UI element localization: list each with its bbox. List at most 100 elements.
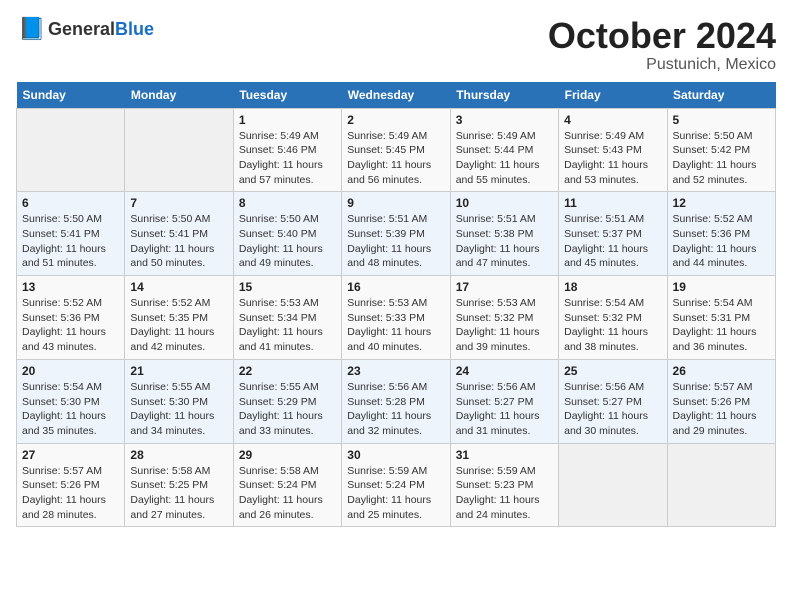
- day-number: 19: [673, 280, 770, 294]
- weekday-header-sunday: Sunday: [17, 82, 125, 109]
- day-number: 1: [239, 113, 336, 127]
- day-number: 8: [239, 196, 336, 210]
- day-info: Sunrise: 5:49 AMSunset: 5:45 PMDaylight:…: [347, 129, 444, 188]
- calendar-cell: 31Sunrise: 5:59 AMSunset: 5:23 PMDayligh…: [450, 443, 558, 527]
- day-info: Sunrise: 5:54 AMSunset: 5:30 PMDaylight:…: [22, 380, 119, 439]
- calendar-cell: 28 Sunrise: 5:58 AMSunset: 5:25 PMDayligh…: [125, 443, 233, 527]
- day-number: 10: [456, 196, 553, 210]
- calendar-cell: 26 Sunrise: 5:57 AMSunset: 5:26 PMDayligh…: [667, 359, 775, 443]
- calendar-cell: 17 Sunrise: 5:53 AMSunset: 5:32 PMDayligh…: [450, 276, 558, 360]
- calendar-cell: 22Sunrise: 5:55 AMSunset: 5:29 PMDayligh…: [233, 359, 341, 443]
- day-number: 25: [564, 364, 661, 378]
- day-info: Sunrise: 5:51 AMSunset: 5:39 PMDaylight:…: [347, 212, 444, 271]
- weekday-header-row: SundayMondayTuesdayWednesdayThursdayFrid…: [17, 82, 776, 109]
- calendar-cell: 15Sunrise: 5:53 AMSunset: 5:34 PMDayligh…: [233, 276, 341, 360]
- calendar-cell: 23 Sunrise: 5:56 AMSunset: 5:28 PMDayligh…: [342, 359, 450, 443]
- day-info: Sunrise: 5:52 AMSunset: 5:36 PMDaylight:…: [22, 296, 119, 355]
- calendar-cell: 7 Sunrise: 5:50 AMSunset: 5:41 PMDaylight…: [125, 192, 233, 276]
- calendar-cell: 29 Sunrise: 5:58 AMSunset: 5:24 PMDayligh…: [233, 443, 341, 527]
- day-info: Sunrise: 5:56 AMSunset: 5:28 PMDaylight:…: [347, 380, 444, 439]
- calendar-cell: [17, 108, 125, 192]
- day-number: 18: [564, 280, 661, 294]
- day-number: 29: [239, 448, 336, 462]
- calendar-cell: 20 Sunrise: 5:54 AMSunset: 5:30 PMDayligh…: [17, 359, 125, 443]
- calendar-cell: 19 Sunrise: 5:54 AMSunset: 5:31 PMDayligh…: [667, 276, 775, 360]
- day-number: 20: [22, 364, 119, 378]
- calendar-week-row: 1 Sunrise: 5:49 AMSunset: 5:46 PMDaylight…: [17, 108, 776, 192]
- day-number: 28: [130, 448, 227, 462]
- calendar-week-row: 13 Sunrise: 5:52 AMSunset: 5:36 PMDayligh…: [17, 276, 776, 360]
- day-info: Sunrise: 5:59 AMSunset: 5:23 PMDaylight:…: [456, 464, 553, 523]
- weekday-header-thursday: Thursday: [450, 82, 558, 109]
- day-info: Sunrise: 5:57 AMSunset: 5:26 PMDaylight:…: [22, 464, 119, 523]
- day-number: 26: [673, 364, 770, 378]
- weekday-header-tuesday: Tuesday: [233, 82, 341, 109]
- calendar-cell: 21 Sunrise: 5:55 AMSunset: 5:30 PMDayligh…: [125, 359, 233, 443]
- page-header: 📘 GeneralBlue October 2024 Pustunich, Me…: [16, 16, 776, 74]
- day-number: 12: [673, 196, 770, 210]
- day-info: Sunrise: 5:56 AMSunset: 5:27 PMDaylight:…: [456, 380, 553, 439]
- title-block: October 2024 Pustunich, Mexico: [548, 16, 776, 74]
- day-number: 14: [130, 280, 227, 294]
- day-number: 30: [347, 448, 444, 462]
- day-info: Sunrise: 5:53 AMSunset: 5:33 PMDaylight:…: [347, 296, 444, 355]
- page-subtitle: Pustunich, Mexico: [548, 56, 776, 74]
- calendar-cell: 18 Sunrise: 5:54 AMSunset: 5:32 PMDayligh…: [559, 276, 667, 360]
- day-info: Sunrise: 5:50 AMSunset: 5:40 PMDaylight:…: [239, 212, 336, 271]
- day-info: Sunrise: 5:50 AMSunset: 5:42 PMDaylight:…: [673, 129, 770, 188]
- day-info: Sunrise: 5:50 AMSunset: 5:41 PMDaylight:…: [22, 212, 119, 271]
- day-number: 6: [22, 196, 119, 210]
- day-number: 27: [22, 448, 119, 462]
- day-number: 22: [239, 364, 336, 378]
- calendar-cell: 30 Sunrise: 5:59 AMSunset: 5:24 PMDayligh…: [342, 443, 450, 527]
- calendar-cell: 11Sunrise: 5:51 AMSunset: 5:37 PMDayligh…: [559, 192, 667, 276]
- day-info: Sunrise: 5:53 AMSunset: 5:32 PMDaylight:…: [456, 296, 553, 355]
- calendar-cell: [125, 108, 233, 192]
- day-number: 24: [456, 364, 553, 378]
- weekday-header-monday: Monday: [125, 82, 233, 109]
- calendar-cell: 9 Sunrise: 5:51 AMSunset: 5:39 PMDaylight…: [342, 192, 450, 276]
- day-info: Sunrise: 5:52 AMSunset: 5:36 PMDaylight:…: [673, 212, 770, 271]
- weekday-header-wednesday: Wednesday: [342, 82, 450, 109]
- calendar-cell: 13 Sunrise: 5:52 AMSunset: 5:36 PMDayligh…: [17, 276, 125, 360]
- day-info: Sunrise: 5:56 AMSunset: 5:27 PMDaylight:…: [564, 380, 661, 439]
- day-info: Sunrise: 5:49 AMSunset: 5:46 PMDaylight:…: [239, 129, 336, 188]
- day-number: 3: [456, 113, 553, 127]
- day-number: 4: [564, 113, 661, 127]
- svg-text:📘: 📘: [18, 16, 44, 41]
- day-info: Sunrise: 5:51 AMSunset: 5:38 PMDaylight:…: [456, 212, 553, 271]
- day-info: Sunrise: 5:53 AMSunset: 5:34 PMDaylight:…: [239, 296, 336, 355]
- day-info: Sunrise: 5:52 AMSunset: 5:35 PMDaylight:…: [130, 296, 227, 355]
- calendar-cell: 4 Sunrise: 5:49 AMSunset: 5:43 PMDaylight…: [559, 108, 667, 192]
- weekday-header-friday: Friday: [559, 82, 667, 109]
- day-number: 17: [456, 280, 553, 294]
- day-number: 9: [347, 196, 444, 210]
- day-info: Sunrise: 5:54 AMSunset: 5:31 PMDaylight:…: [673, 296, 770, 355]
- day-number: 7: [130, 196, 227, 210]
- day-number: 21: [130, 364, 227, 378]
- calendar-cell: 27 Sunrise: 5:57 AMSunset: 5:26 PMDayligh…: [17, 443, 125, 527]
- calendar-cell: [559, 443, 667, 527]
- day-info: Sunrise: 5:59 AMSunset: 5:24 PMDaylight:…: [347, 464, 444, 523]
- day-number: 11: [564, 196, 661, 210]
- day-number: 23: [347, 364, 444, 378]
- day-info: Sunrise: 5:54 AMSunset: 5:32 PMDaylight:…: [564, 296, 661, 355]
- calendar-week-row: 20 Sunrise: 5:54 AMSunset: 5:30 PMDayligh…: [17, 359, 776, 443]
- calendar-cell: 16 Sunrise: 5:53 AMSunset: 5:33 PMDayligh…: [342, 276, 450, 360]
- calendar-cell: 6 Sunrise: 5:50 AMSunset: 5:41 PMDaylight…: [17, 192, 125, 276]
- day-info: Sunrise: 5:58 AMSunset: 5:25 PMDaylight:…: [130, 464, 227, 523]
- day-info: Sunrise: 5:57 AMSunset: 5:26 PMDaylight:…: [673, 380, 770, 439]
- logo-general-text: General: [48, 19, 115, 39]
- day-number: 13: [22, 280, 119, 294]
- calendar-cell: 12 Sunrise: 5:52 AMSunset: 5:36 PMDayligh…: [667, 192, 775, 276]
- calendar-cell: 24 Sunrise: 5:56 AMSunset: 5:27 PMDayligh…: [450, 359, 558, 443]
- page-title: October 2024: [548, 16, 776, 56]
- logo: 📘 GeneralBlue: [16, 16, 154, 44]
- day-info: Sunrise: 5:58 AMSunset: 5:24 PMDaylight:…: [239, 464, 336, 523]
- calendar-cell: 14 Sunrise: 5:52 AMSunset: 5:35 PMDayligh…: [125, 276, 233, 360]
- day-info: Sunrise: 5:50 AMSunset: 5:41 PMDaylight:…: [130, 212, 227, 271]
- calendar-cell: [667, 443, 775, 527]
- day-number: 16: [347, 280, 444, 294]
- day-info: Sunrise: 5:55 AMSunset: 5:30 PMDaylight:…: [130, 380, 227, 439]
- day-info: Sunrise: 5:49 AMSunset: 5:43 PMDaylight:…: [564, 129, 661, 188]
